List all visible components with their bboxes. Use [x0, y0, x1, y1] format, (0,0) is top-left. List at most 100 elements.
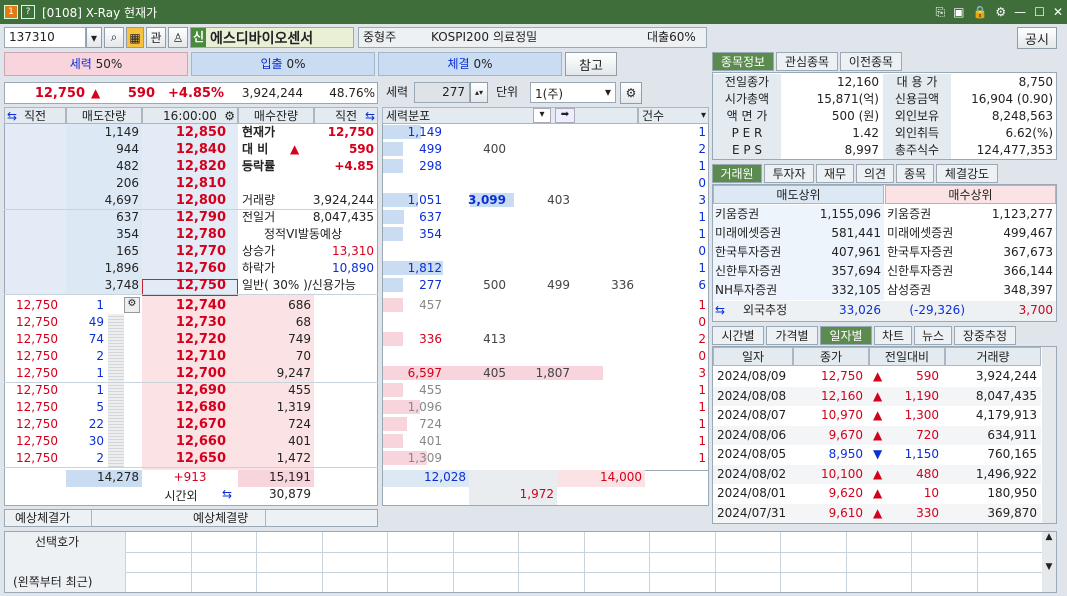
bid-price[interactable]: 12,650	[142, 450, 226, 467]
dist-a: 298	[419, 159, 442, 173]
broker-buy-name[interactable]: 한국투자증권	[887, 244, 953, 261]
expect-row: 예상체결가 예상체결량	[4, 509, 378, 527]
broker-sell-name[interactable]: 키움증권	[715, 206, 759, 223]
tab-stock_tabs-2[interactable]: 이전종목	[840, 52, 902, 71]
broker-buy-name[interactable]: 삼성증권	[887, 282, 931, 299]
power-settings-icon[interactable]: ⚙	[620, 82, 642, 104]
power-label: 세력	[69, 57, 92, 71]
search-icon[interactable]: ⌕	[104, 27, 124, 48]
up-arrow-icon: ▲	[873, 388, 883, 403]
maximize-icon[interactable]: ☐	[1034, 5, 1045, 20]
broker-buy-name[interactable]: 미래에셋증권	[887, 225, 953, 242]
ask-price[interactable]: 12,800	[142, 192, 226, 209]
power-threshold-input[interactable]: 277	[414, 82, 470, 103]
bottom-scrollbar[interactable]: ▲ ▼	[1042, 532, 1056, 592]
count-dropdown-icon: ▾	[700, 110, 706, 121]
bid-price[interactable]: 12,700	[142, 365, 226, 382]
tab-daily_tabs-3[interactable]: 차트	[874, 326, 912, 345]
ask-price[interactable]: 12,750	[142, 277, 226, 294]
bid-price[interactable]: 12,740	[142, 297, 226, 314]
ask-price[interactable]: 12,840	[142, 141, 226, 158]
tab-daily_tabs-1[interactable]: 가격별	[766, 326, 818, 345]
lock-icon[interactable]: 🔒	[972, 5, 987, 20]
selected-quote-sub-label: (왼쪽부터 최근)	[13, 575, 93, 589]
daily-scrollbar[interactable]	[1042, 347, 1056, 523]
tab-daily_tabs-2[interactable]: 일자별	[820, 326, 872, 345]
daily-header-volume: 거래량	[945, 347, 1041, 366]
broker-sell-name[interactable]: 신한투자증권	[715, 263, 781, 280]
broker-sell-name[interactable]: 미래에셋증권	[715, 225, 781, 242]
ask-price[interactable]: 12,770	[142, 243, 226, 260]
dist-b: 500	[483, 278, 506, 292]
stamp-icon[interactable]: ♙	[168, 27, 188, 48]
close-icon[interactable]: ✕	[1053, 5, 1063, 20]
bid-price[interactable]: 12,690	[142, 382, 226, 399]
dist-a: 724	[419, 417, 442, 431]
tab-daily_tabs-4[interactable]: 뉴스	[914, 326, 952, 345]
bid-price[interactable]: 12,710	[142, 348, 226, 365]
window-number-icon[interactable]: 1	[4, 5, 18, 19]
spinner-icon[interactable]: ▴▾	[470, 82, 488, 103]
tab-broker_tabs-4[interactable]: 종목	[896, 164, 934, 183]
after-hours-value: 30,879	[269, 487, 311, 501]
ask-price[interactable]: 12,780	[142, 226, 226, 243]
daily-header-change: 전일대비	[869, 347, 945, 366]
calendar-icon[interactable]: ▦	[126, 27, 144, 48]
reference-button[interactable]: 참고	[565, 52, 617, 76]
minimize-icon[interactable]: —	[1014, 5, 1026, 20]
code-dropdown-icon[interactable]: ▾	[86, 27, 102, 48]
ask-qty: 165	[116, 244, 139, 258]
tab-stock_tabs-0[interactable]: 종목정보	[712, 52, 774, 71]
ask-price[interactable]: 12,850	[142, 124, 226, 141]
dist-b: 3,099	[468, 193, 506, 207]
tab-broker_tabs-5[interactable]: 체결강도	[936, 164, 998, 183]
broker-sell-qty: 357,694	[831, 264, 881, 278]
stock-info-value: 15,871(억)	[816, 92, 879, 106]
dist-a: 354	[419, 227, 442, 241]
broker-sell-qty: 332,105	[831, 283, 881, 297]
dist-count: 0	[698, 315, 706, 329]
tab-broker_tabs-3[interactable]: 의견	[856, 164, 894, 183]
after-hours-swap-icon[interactable]: ⇆	[222, 487, 238, 503]
foreign-buy: 3,700	[1018, 303, 1053, 317]
broker-sell-name[interactable]: NH투자증권	[715, 282, 777, 299]
unit-label: 단위	[496, 85, 519, 99]
bid-prev-qty: 2	[96, 451, 104, 465]
bid-price[interactable]: 12,660	[142, 433, 226, 450]
tab-broker_tabs-1[interactable]: 투자자	[764, 164, 814, 183]
bid-price[interactable]: 12,680	[142, 399, 226, 416]
link-icon[interactable]: ⎘	[936, 5, 946, 20]
settings-icon[interactable]: ⚙	[995, 5, 1006, 20]
ask-price[interactable]: 12,790	[142, 209, 226, 226]
stock-code-input[interactable]: 137310	[4, 27, 86, 48]
notice-button[interactable]: 공시	[1017, 27, 1057, 49]
stock-info-table: 전일종가 12,160 대 용 가 8,750 시가총액 15,871(억) 신용금액 16,…	[712, 72, 1057, 160]
broker-buy-name[interactable]: 신한투자증권	[887, 263, 953, 280]
screenshot-icon[interactable]: ▣	[953, 5, 964, 20]
tab-broker_tabs-0[interactable]: 거래원	[712, 164, 762, 183]
unit-select[interactable]: 1(주) ▾	[530, 82, 616, 103]
ask-price[interactable]: 12,820	[142, 158, 226, 175]
bid-scrollbar[interactable]	[108, 314, 124, 468]
broker-buy-name[interactable]: 키움증권	[887, 206, 931, 223]
dist-a: 457	[419, 298, 442, 312]
daily-date: 2024/08/09	[717, 369, 787, 383]
stock-tabs: 종목정보 관심종목 이전종목	[712, 52, 1062, 72]
help-icon[interactable]: ?	[21, 5, 35, 19]
window-title: [0108] X-Ray 현재가	[42, 5, 158, 20]
bid-price[interactable]: 12,720	[142, 331, 226, 348]
ask-price[interactable]: 12,810	[142, 175, 226, 192]
tab-daily_tabs-0[interactable]: 시간별	[712, 326, 764, 345]
tab-broker_tabs-2[interactable]: 재무	[816, 164, 854, 183]
stock-name-box[interactable]: 신 에스디바이오센서	[190, 27, 354, 48]
bid-price[interactable]: 12,730	[142, 314, 226, 331]
tab-daily_tabs-5[interactable]: 장중추정	[954, 326, 1016, 345]
bid-settings-icon[interactable]: ⚙	[124, 297, 140, 313]
foreign-swap-icon[interactable]: ⇆	[715, 302, 725, 319]
tab-stock_tabs-1[interactable]: 관심종목	[776, 52, 838, 71]
ask-price[interactable]: 12,760	[142, 260, 226, 277]
broker-sell-name[interactable]: 한국투자증권	[715, 244, 781, 261]
bid-price[interactable]: 12,670	[142, 416, 226, 433]
gwan-button[interactable]: 관	[146, 27, 166, 48]
daily-close: 12,160	[821, 388, 863, 403]
